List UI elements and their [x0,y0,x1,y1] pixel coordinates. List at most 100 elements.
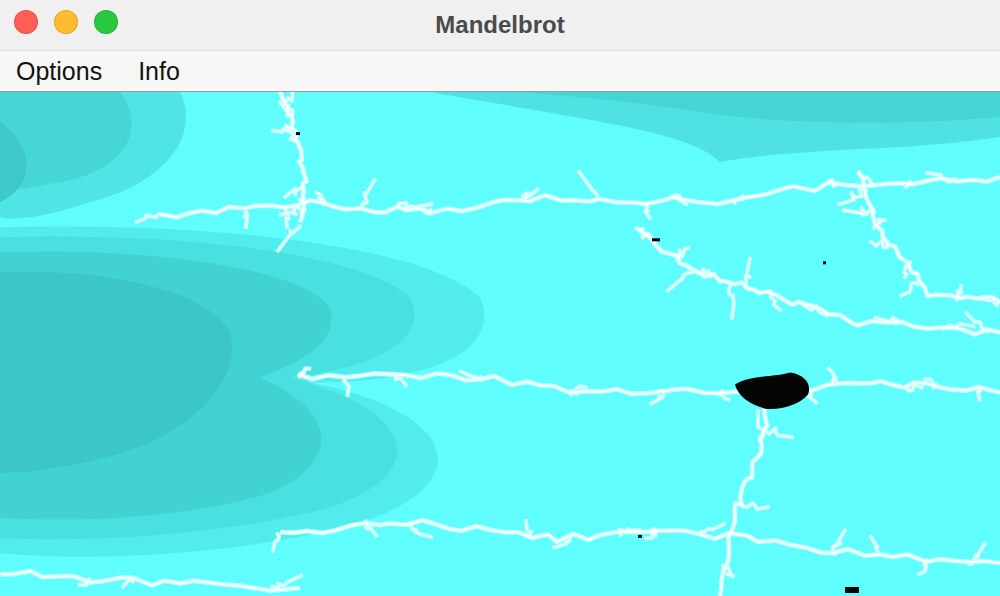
filament-glow [298,373,1000,394]
filament [942,323,976,330]
filament [666,272,694,292]
filament [670,195,688,204]
filament [284,187,302,198]
fractal-canvas[interactable] [0,92,1000,596]
filament [619,529,641,535]
filament [692,269,712,277]
filament-glow [723,565,735,576]
filament [733,195,745,202]
app-window: Mandelbrot Options Info [0,0,1000,596]
filament-glow [284,187,302,198]
filament [552,534,573,548]
filament [1,571,300,591]
filament [874,220,887,229]
filament [244,211,247,229]
close-button[interactable] [14,10,38,34]
filament [720,391,769,596]
filament [365,520,377,537]
filament-glow [827,367,836,382]
filament-glow [344,380,350,397]
filament-glow [700,523,725,533]
filament [767,291,781,311]
filament [644,529,657,539]
filament-glow [906,384,924,391]
filament-glow [645,204,651,220]
filament [420,208,432,214]
filament [858,172,1000,302]
filament-glow [273,532,280,552]
filament-glow [720,391,769,596]
menu-item[interactable]: Info [138,57,180,86]
filament [279,92,306,222]
filament [798,301,828,316]
filament-glow [420,208,432,214]
filament-glow [522,188,539,199]
filament-glow [870,535,878,552]
filament [277,225,301,253]
filament [285,124,297,141]
minimize-button[interactable] [54,10,78,34]
filament [279,101,293,116]
filament-glow [360,179,375,206]
filament-glow [279,92,306,222]
filament-glow [766,427,794,438]
filament [270,575,303,590]
zoom-button[interactable] [94,10,118,34]
filament-glow [277,225,301,253]
filament-glow [244,211,247,229]
filament-glow [666,272,694,292]
filament-glow [900,283,918,296]
filament [968,542,986,564]
filament [924,379,938,388]
filament [979,298,1000,305]
filament [645,204,651,220]
filament [637,229,1000,335]
window-title: Mandelbrot [435,11,564,39]
filament-glow [526,519,532,537]
filament-glow [280,520,1000,563]
filament [874,317,900,323]
filament [526,519,532,537]
filament [360,179,375,206]
filament [718,391,730,400]
filament-glow [904,262,911,279]
filament [300,368,311,376]
filament [842,208,873,215]
filament [870,535,878,552]
filament [570,386,587,395]
filament-glow [122,577,133,587]
filament [122,577,133,587]
filament [758,409,763,442]
filament [870,240,888,248]
filament-glow [408,523,433,537]
filament [408,523,433,537]
filament [700,523,725,533]
filament [677,248,690,259]
filament [837,189,867,205]
filament [925,173,959,183]
filament [900,283,918,296]
filament [829,180,840,187]
filament [391,374,407,387]
filament-glow [1,571,300,591]
filament [285,208,289,229]
filament [977,386,980,402]
menu-item[interactable]: Options [16,57,102,86]
filament [766,427,794,438]
filament [459,371,481,380]
filament [399,203,434,210]
filament-glow [677,248,690,259]
filament-glow [742,503,770,509]
filament [833,529,846,556]
filament [917,560,926,575]
filament-glow [904,181,912,188]
filament [273,532,280,552]
filament-glow [578,170,598,196]
filament [298,373,1000,394]
filament-glow [637,229,1000,335]
filament [284,92,306,105]
filament [965,312,989,332]
filament [280,520,1000,563]
filament-glow [917,560,926,575]
filament-glow [365,520,377,537]
